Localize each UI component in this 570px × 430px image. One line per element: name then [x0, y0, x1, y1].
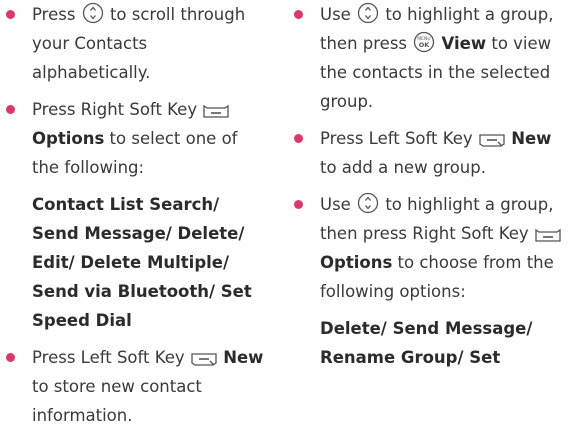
left-soft-key-icon [191, 353, 217, 366]
options-list: Contact List Search/ Send Message/ Delet… [0, 190, 265, 335]
instruction-text: to highlight a group, then press Right S… [320, 195, 554, 243]
soft-key-label: New [511, 129, 552, 148]
instruction-text: to add a new group. [320, 158, 486, 177]
instruction-text: Press [32, 5, 76, 24]
instruction-view-group: Use to highlight a group, then press MEN… [288, 0, 570, 116]
instruction-text: to store new contact information. [32, 377, 202, 425]
group-options-list: Delete/ Send Message/ Rename Group/ Set [288, 314, 570, 372]
instruction-group-options: Use to highlight a group, then press Rig… [288, 190, 570, 306]
svg-text:OK: OK [419, 41, 431, 49]
right-soft-key-icon [203, 104, 229, 118]
left-soft-key-icon [479, 134, 505, 147]
right-column: Use to highlight a group, then press MEN… [288, 0, 570, 372]
soft-key-label: Options [32, 129, 105, 148]
bullet [294, 200, 303, 209]
options-text-continued: Rename Group/ Set [320, 348, 501, 367]
bullet [294, 10, 303, 19]
left-column: Press to scroll through your Contacts al… [0, 0, 265, 430]
instruction-text: Press Left Soft Key [320, 129, 473, 148]
soft-key-label: New [223, 348, 264, 367]
instruction-right-soft-key: Press Right Soft Key Options to select o… [0, 95, 265, 182]
instruction-scroll-contacts: Press to scroll through your Contacts al… [0, 0, 265, 87]
instruction-text: Use [320, 5, 351, 24]
key-label: View [441, 34, 487, 53]
options-text: Delete/ Send Message/ [320, 319, 533, 338]
bullet [294, 134, 303, 143]
instruction-text: Use [320, 195, 351, 214]
soft-key-label: Options [320, 253, 393, 272]
navigation-key-icon [357, 2, 379, 24]
navigation-key-icon [357, 192, 379, 214]
instruction-left-soft-key: Press Left Soft Key New to store new con… [0, 343, 265, 430]
instruction-text: Press Right Soft Key [32, 100, 198, 119]
bullet [6, 353, 15, 362]
bullet [6, 105, 15, 114]
bullet [6, 10, 15, 19]
navigation-key-icon [82, 2, 103, 24]
right-soft-key-icon [535, 228, 561, 242]
instruction-text: Press Left Soft Key [32, 348, 185, 367]
instruction-new-group: Press Left Soft Key New to add a new gro… [288, 124, 570, 182]
ok-key-icon: MENU OK [414, 31, 435, 53]
